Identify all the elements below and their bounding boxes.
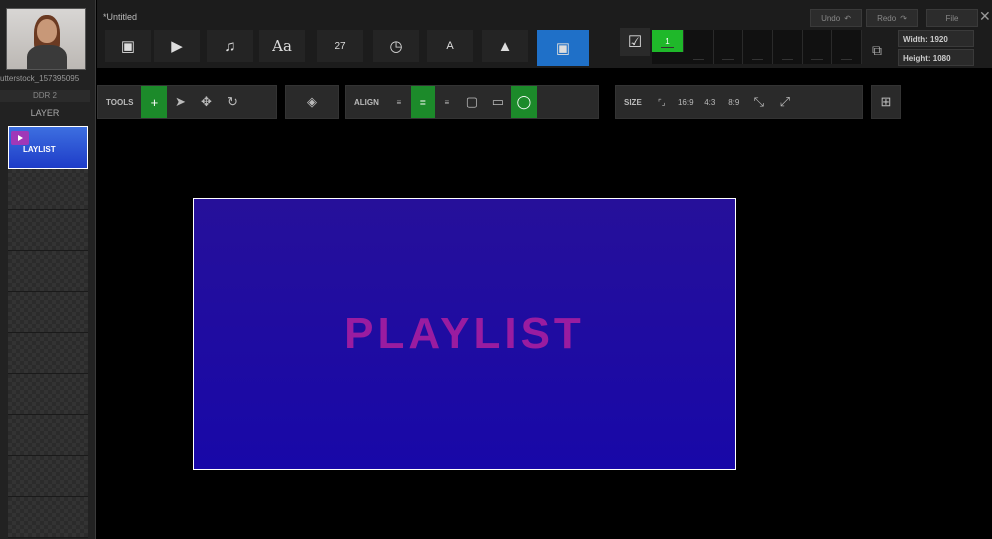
align-group: ALIGN ≡ ≣ ≡ ▢ ▭ ◯: [345, 85, 599, 119]
shapes-icon: ▲: [497, 37, 513, 55]
redo-button[interactable]: Redo ↷: [866, 9, 918, 27]
ratio-4-3[interactable]: 4:3: [698, 86, 722, 118]
layer-slot[interactable]: [8, 169, 88, 210]
image-button[interactable]: ▣: [105, 30, 151, 62]
canvas-text[interactable]: PLAYLIST: [344, 309, 585, 359]
frame-round-icon[interactable]: ▭: [485, 86, 511, 118]
timeline-slot[interactable]: [803, 30, 833, 64]
ratio-16-9[interactable]: 16:9: [674, 86, 698, 118]
layer-slot[interactable]: [8, 456, 88, 497]
file-label: File: [945, 13, 959, 23]
video-icon: ▶: [171, 38, 183, 55]
grid-group: ⊞: [871, 85, 901, 119]
layer-header: LAYER: [30, 108, 60, 118]
music-button[interactable]: ♫: [207, 30, 253, 62]
preview-canvas[interactable]: PLAYLIST: [193, 198, 736, 470]
tools-toolbar: TOOLS + ➤ ✥ ↻ ◈ ALIGN ≡ ≣ ≡ ▢ ▭ ◯ SIZE ⌜…: [97, 84, 992, 120]
text-button[interactable]: Aa: [259, 30, 305, 62]
caption-icon: A: [446, 40, 454, 52]
align-right-icon[interactable]: ≡: [435, 86, 459, 118]
shapes-button[interactable]: ▲: [482, 30, 528, 62]
align-center-icon[interactable]: ≣: [410, 86, 435, 118]
frame-oval-icon[interactable]: ◯: [510, 86, 537, 118]
clock-button[interactable]: ◷: [373, 30, 419, 62]
tools-label: TOOLS: [106, 97, 134, 107]
size-label: SIZE: [624, 97, 642, 107]
move-icon[interactable]: ✥: [193, 86, 219, 118]
shrink-icon[interactable]: ⤡: [746, 86, 772, 118]
crop-icon: ⧉: [872, 42, 882, 58]
layer-slot[interactable]: [8, 415, 88, 456]
video-button[interactable]: ▶: [154, 30, 200, 62]
layers-group: ◈: [285, 85, 339, 119]
layer-slot[interactable]: [8, 374, 88, 415]
title-bar: *Untitled Undo ↶ Redo ↷ File ✕: [97, 0, 992, 28]
image-icon: ▣: [120, 38, 136, 55]
layer-item-playlist[interactable]: LAYLIST: [8, 126, 88, 169]
ddr-label: DDR 2: [0, 90, 90, 102]
layer-slot[interactable]: [8, 210, 88, 251]
playlist-button[interactable]: ▣: [537, 30, 589, 66]
undo-icon: ↶: [844, 13, 851, 23]
layer-list: LAYLIST: [8, 126, 88, 539]
asset-thumbnail[interactable]: [6, 8, 86, 70]
playlist-icon: ▣: [555, 40, 571, 57]
size-group: SIZE ⌜⌟ 16:9 4:3 8:9 ⤡ ⤢: [615, 85, 863, 119]
redo-icon: ↷: [900, 13, 907, 23]
clock-icon: ◷: [389, 38, 403, 55]
stage: PLAYLIST: [97, 120, 992, 539]
frame-square-icon[interactable]: ▢: [459, 86, 485, 118]
undo-label: Undo: [821, 13, 841, 23]
align-label: ALIGN: [354, 97, 379, 107]
layer-item-label: LAYLIST: [23, 145, 56, 154]
timeline-slot[interactable]: [743, 30, 774, 64]
ratio-8-9[interactable]: 8:9: [722, 86, 746, 118]
redo-label: Redo: [877, 13, 897, 23]
document-title: *Untitled: [103, 12, 138, 22]
timeline-slot[interactable]: [832, 30, 863, 64]
rotate-icon[interactable]: ↻: [219, 86, 245, 118]
timeline-slot[interactable]: [773, 30, 803, 64]
text-icon: Aa: [272, 37, 292, 55]
media-toolbar: ▣ ▶ ♫ Aa 27 ◷ A ▲ ▣ ☑ 1 ⧉ Width: 1920 He…: [97, 28, 992, 68]
layer-slot[interactable]: [8, 251, 88, 292]
width-field[interactable]: Width: 1920: [898, 30, 974, 47]
playlist-badge-icon: [11, 131, 29, 145]
grid-icon[interactable]: ⊞: [873, 86, 899, 118]
layer-slot[interactable]: [8, 497, 88, 538]
close-icon[interactable]: ✕: [979, 8, 991, 25]
height-field[interactable]: Height: 1080: [898, 49, 974, 66]
calendar-icon: 27: [334, 40, 346, 52]
timeline-slot[interactable]: [714, 30, 744, 64]
layer-slot[interactable]: [8, 292, 88, 333]
fit-frame-icon[interactable]: ⌜⌟: [650, 86, 674, 118]
checkbox-icon[interactable]: ☑: [620, 28, 650, 56]
timeline-slot-number: 1: [665, 36, 670, 46]
add-icon[interactable]: +: [141, 86, 168, 118]
align-left-icon[interactable]: ≡: [387, 86, 411, 118]
layers-icon[interactable]: ◈: [299, 86, 325, 118]
timeline-slot[interactable]: [684, 30, 714, 64]
timeline-slot-active[interactable]: 1: [652, 30, 684, 52]
pointer-icon[interactable]: ➤: [167, 86, 193, 118]
caption-button[interactable]: A: [427, 30, 473, 62]
music-icon: ♫: [224, 37, 236, 55]
layer-panel: utterstock_157395095 DDR 2 LAYER LAYLIST: [0, 0, 96, 539]
expand-icon[interactable]: ⤢: [772, 86, 798, 118]
file-button[interactable]: File: [926, 9, 978, 27]
timeline-slots: 1: [652, 30, 863, 64]
calendar-button[interactable]: 27: [317, 30, 363, 62]
tools-group: TOOLS + ➤ ✥ ↻: [97, 85, 277, 119]
undo-button[interactable]: Undo ↶: [810, 9, 862, 27]
asset-file-name: utterstock_157395095: [0, 74, 80, 83]
layer-slot[interactable]: [8, 333, 88, 374]
